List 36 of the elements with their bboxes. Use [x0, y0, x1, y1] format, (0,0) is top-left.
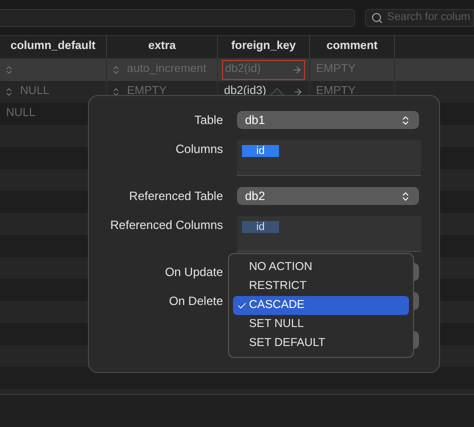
arrow-right-icon[interactable]: [293, 87, 303, 97]
column-list[interactable]: id: [237, 216, 421, 252]
list-item[interactable]: id: [242, 221, 279, 233]
menu-item[interactable]: RESTRICT: [233, 277, 409, 296]
select-field[interactable]: db2: [237, 187, 419, 205]
field-label: Table: [194, 112, 223, 129]
menu-item[interactable]: CASCADE: [233, 296, 409, 315]
field-label: Referenced Table: [129, 188, 223, 205]
select-field[interactable]: db1: [237, 111, 419, 129]
search-icon: [371, 12, 383, 24]
column-header[interactable]: comment: [326, 38, 378, 56]
cell-text: EMPTY: [316, 84, 356, 100]
stepper-icon: [400, 114, 411, 126]
menu-item[interactable]: SET NULL: [233, 315, 409, 334]
column-header[interactable]: foreign_key: [231, 38, 296, 56]
menu-item[interactable]: NO ACTION: [233, 258, 409, 277]
stepper-icon[interactable]: [4, 87, 14, 97]
list-item[interactable]: id: [242, 145, 279, 157]
field-label: On Delete: [168, 293, 223, 310]
cell-text: db2(id3): [224, 84, 266, 100]
field-label: On Update: [164, 264, 223, 281]
field-label: Columns: [176, 141, 223, 158]
stepper-icon[interactable]: [4, 65, 14, 75]
menu-item[interactable]: SET DEFAULT: [233, 334, 409, 353]
column-header[interactable]: column_default: [10, 38, 96, 56]
column-header[interactable]: extra: [148, 38, 176, 56]
cell-text: NULL: [6, 106, 36, 122]
arrow-right-icon[interactable]: [292, 65, 302, 75]
filter-field[interactable]: [0, 8, 355, 26]
cell-text: NULL: [20, 84, 50, 100]
column-list[interactable]: id: [237, 140, 421, 176]
stepper-icon[interactable]: [111, 65, 121, 75]
cell-text: EMPTY: [127, 84, 167, 100]
stepper-icon: [400, 190, 411, 202]
checkmark-icon: [237, 300, 247, 310]
field-label: Referenced Columns: [110, 217, 223, 234]
